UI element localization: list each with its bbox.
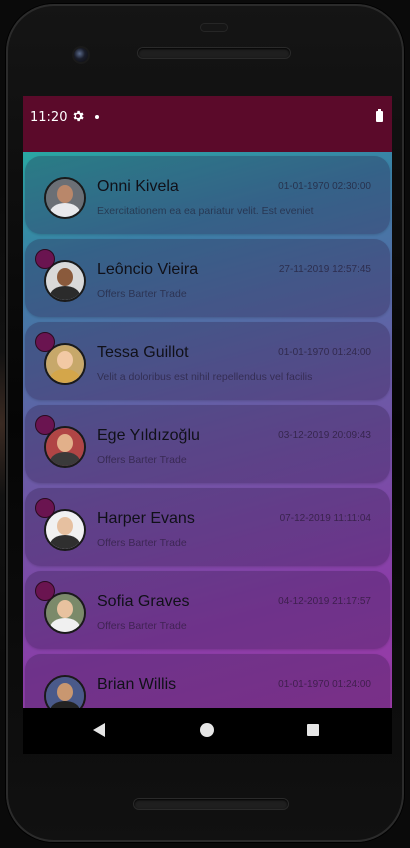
avatar-face: [57, 268, 73, 286]
contact-name: Leôncio Vieira: [97, 261, 199, 278]
battery-icon: [376, 109, 383, 122]
bottom-speaker-grille: [134, 799, 288, 809]
conversation-list: Onni Kivela 01-01-1970 02:30:00 Exercitati…: [23, 152, 392, 708]
message-preview: Offers Barter Trade: [97, 454, 187, 466]
unread-badge-icon: [35, 332, 55, 352]
conversation-item[interactable]: Ege Yıldızoğlu 03-12-2019 20:09:43 Offers …: [25, 405, 390, 483]
message-timestamp: 03-12-2019 20:09:43: [278, 430, 371, 441]
conversation-item[interactable]: Sofia Graves 04-12-2019 21:17:57 Offers Ba…: [25, 571, 390, 649]
recent-apps-icon[interactable]: [307, 724, 319, 736]
back-icon[interactable]: [93, 723, 105, 737]
message-timestamp: 01-01-1970 01:24:00: [278, 679, 371, 690]
contact-name: Tessa Guillot: [97, 344, 189, 361]
avatar-shoulders: [50, 452, 80, 466]
contact-name: Sofia Graves: [97, 593, 190, 610]
avatar-shoulders: [50, 618, 80, 632]
contact-name: Ege Yıldızoğlu: [97, 427, 200, 444]
conversation-item[interactable]: Harper Evans 07-12-2019 11:11:04 Offers Ba…: [25, 488, 390, 566]
avatar-face: [57, 600, 73, 618]
contact-name: Brian Willis: [97, 676, 177, 693]
home-icon[interactable]: [200, 723, 214, 737]
message-timestamp: 07-12-2019 11:11:04: [279, 513, 371, 524]
unread-badge-icon: [35, 581, 55, 601]
unread-badge-icon: [35, 415, 55, 435]
contact-name: Onni Kivela: [97, 178, 179, 195]
avatar-shoulders: [50, 203, 80, 217]
message-preview: Offers Barter Trade: [97, 620, 187, 632]
earpiece: [201, 24, 227, 31]
message-timestamp: 01-01-1970 02:30:00: [278, 181, 371, 192]
message-timestamp: 04-12-2019 21:17:57: [278, 596, 371, 607]
avatar[interactable]: [44, 177, 86, 219]
avatar-shoulders: [50, 535, 80, 549]
avatar-face: [57, 517, 73, 535]
unread-badge-icon: [35, 498, 55, 518]
notification-dot-icon: [95, 115, 99, 119]
conversation-item[interactable]: Leôncio Vieira 27-11-2019 12:57:45 Offers …: [25, 239, 390, 317]
message-preview: Offers Barter Trade: [97, 537, 187, 549]
phone-frame: 11:20 Onni Kivela 01-01-1970 02:30:00 Exer…: [0, 0, 410, 848]
message-timestamp: 27-11-2019 12:57:45: [278, 264, 371, 275]
unread-badge-icon: [35, 249, 55, 269]
settings-gear-icon: [73, 110, 84, 122]
status-bar: 11:20: [23, 96, 392, 152]
message-timestamp: 01-01-1970 01:24:00: [278, 347, 371, 358]
navigation-bar: [23, 708, 392, 754]
avatar-shoulders: [50, 286, 80, 300]
top-speaker-grille: [138, 48, 290, 58]
conversation-item[interactable]: Tessa Guillot 01-01-1970 01:24:00 Velit a …: [25, 322, 390, 400]
status-time: 11:20: [30, 110, 68, 125]
conversation-item[interactable]: Onni Kivela 01-01-1970 02:30:00 Exercitati…: [25, 156, 390, 234]
avatar-face: [57, 351, 73, 369]
avatar[interactable]: [44, 675, 86, 708]
message-preview: Velit a doloribus est nihil repellendus …: [97, 371, 313, 383]
avatar-shoulders: [50, 369, 80, 383]
conversation-item[interactable]: Brian Willis 01-01-1970 01:24:00: [25, 654, 390, 708]
screen: 11:20 Onni Kivela 01-01-1970 02:30:00 Exer…: [23, 96, 392, 708]
avatar-face: [57, 434, 73, 452]
avatar-face: [57, 683, 73, 701]
message-preview: Offers Barter Trade: [97, 288, 187, 300]
front-camera: [74, 48, 88, 62]
message-preview: Exercitationem ea ea pariatur velit. Est…: [97, 205, 314, 217]
avatar-face: [57, 185, 73, 203]
contact-name: Harper Evans: [97, 510, 195, 527]
